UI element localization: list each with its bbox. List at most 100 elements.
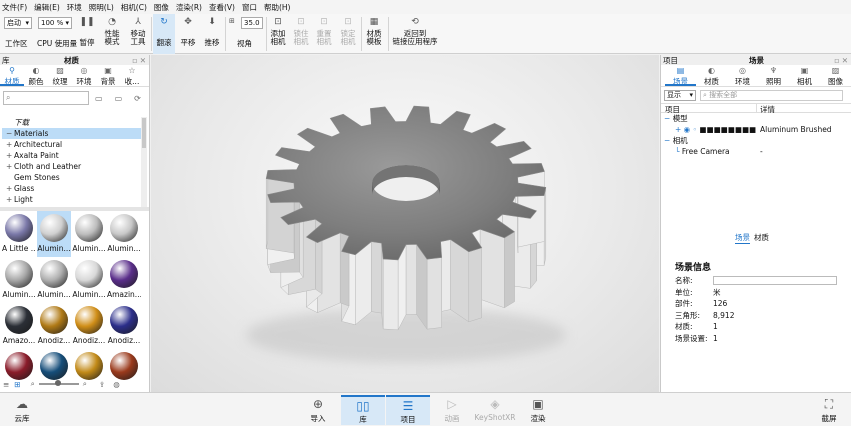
tree-scrollbar[interactable] [141,117,147,207]
library-tab[interactable]: ⚲ 材质 [0,65,24,86]
zoom-in-icon[interactable]: ⌕ [83,379,87,389]
project-tab[interactable]: ▤ 场景 [665,65,696,86]
refresh-icon[interactable]: ⟳ [134,94,141,103]
material-thumbnail[interactable]: Alumin... [37,257,71,303]
folder-add-icon[interactable]: ▭ [115,94,123,103]
project-tab[interactable]: ♆ 照明 [758,65,789,86]
scene-tree-row[interactable]: − 模型 [661,113,851,124]
scene-tree-row[interactable]: └ Free Camera - [661,146,851,157]
globe-icon[interactable]: ◍ [113,380,120,389]
library-button[interactable]: ▯▯ 库 [341,395,385,425]
project-button[interactable]: ☰ 项目 [386,395,430,425]
tree-item[interactable]: + Cloth and Leather [2,161,142,172]
panel-close-icon[interactable]: ▫ ✕ [834,56,848,65]
tree-item[interactable]: + Light [2,194,142,205]
tree-item[interactable]: + Axalta Paint [2,150,142,161]
menu-item[interactable]: 查看(V) [209,2,235,13]
material-thumbnail[interactable]: Alumin... [37,211,71,257]
upload-icon[interactable]: ⇪ [99,380,105,389]
render-button[interactable]: ▣ 渲染 [516,395,560,425]
sub-tab-material[interactable]: 材质 [754,232,769,244]
grid-view-icon[interactable]: ⊞ [14,380,20,389]
workspace-button[interactable]: 工作区 [5,38,28,49]
tab-label: 颜色 [28,77,44,86]
startup-value: 启动 [7,19,21,27]
cloud-library-button[interactable]: ☁ 云库 [0,395,44,425]
tree-item[interactable]: − Materials [2,128,142,139]
import-button[interactable]: ⊕ 导入 [296,395,340,425]
menu-item[interactable]: 帮助(H) [264,2,291,13]
grid-controls: ≡ ⊞ ⌕ ⌕ ⇪ ◍ [0,377,149,391]
panel-close-icon[interactable]: ▫ ✕ [132,56,146,65]
screenshot-button[interactable]: ⛶ 截屏 [807,395,851,425]
material-thumbnail[interactable]: Anodiz... [107,303,141,349]
menu-item[interactable]: 文件(F) [2,2,27,13]
keyshotxr-button[interactable]: ◈ KeyShotXR [472,395,518,425]
add-camera-button[interactable]: ⊡ 添加 相机 [268,14,288,54]
return-to-app-button[interactable]: ⟲ 返回到 链接应用程序 [391,14,439,54]
menu-item[interactable]: 编辑(E) [34,2,60,13]
project-tab[interactable]: ▣ 相机 [789,65,820,86]
material-thumbnail[interactable]: Alumin... [2,257,36,303]
menu-item[interactable]: 照明(L) [89,2,114,13]
project-tab[interactable]: ◎ 环境 [727,65,758,86]
material-thumbnail[interactable]: Alumin... [107,211,141,257]
tab-label: 收... [124,77,140,86]
material-template-button[interactable]: ▦ 材质 模板 [363,14,385,54]
info-value: 8,912 [713,310,735,320]
pan-button[interactable]: ✥ 平移 [177,14,199,54]
library-tab[interactable]: ▣ 背景 [96,65,120,86]
pan-label: 平移 [180,38,196,47]
material-thumbnail[interactable]: Amazin... [107,257,141,303]
move-tool-button[interactable]: ⅄ 移动 工具 [126,14,150,54]
library-search-input[interactable]: ⌕ [3,91,89,105]
material-thumbnail[interactable]: A Little ... [2,211,36,257]
material-thumbnail[interactable]: Anodiz... [72,303,106,349]
tumble-button[interactable]: ↻ 翻滚 [153,14,175,54]
list-view-icon[interactable]: ≡ [3,380,9,389]
library-tab[interactable]: ▨ 纹理 [48,65,72,86]
reset-camera-button[interactable]: ⊡ 重置 相机 [313,14,335,54]
zoom-dropdown[interactable]: 100 % ▾ [38,17,72,29]
render-viewport[interactable] [151,55,659,392]
scene-info-row: 场景设置: 1 [675,333,845,345]
menu-item[interactable]: 渲染(R) [176,2,202,13]
tree-item[interactable]: Gem Stones [2,172,142,183]
library-tab[interactable]: ☆ 收... [120,65,144,86]
camera-add-icon: ⊡ [274,17,282,27]
material-thumbnail[interactable]: Alumin... [72,211,106,257]
menu-item[interactable]: 相机(C) [121,2,147,13]
material-thumbnail[interactable]: Anodiz... [37,303,71,349]
project-tab[interactable]: ◐ 材质 [696,65,727,86]
scene-search-input[interactable]: ⌕ 搜索全部 [700,89,843,101]
scene-tree-row[interactable]: + ◉ ◦ ■■■■■■■■ Aluminum Brushed [661,124,851,135]
performance-mode-button[interactable]: ◔ 性能 模式 [100,14,124,54]
thumbnail-size-slider[interactable] [38,380,79,386]
zoom-out-icon[interactable]: ⌕ [31,379,35,389]
pause-button[interactable]: ❚❚ 暂停 [76,14,98,54]
cpu-usage-button[interactable]: CPU 使用量 [37,38,77,49]
startup-dropdown[interactable]: 启动 ▾ [4,17,32,29]
scene-tree-row[interactable]: − 相机 [661,135,851,146]
sub-tab-scene[interactable]: 场景 [735,232,750,244]
project-tab[interactable]: ▨ 图像 [820,65,851,86]
library-tab[interactable]: ◎ 环境 [72,65,96,86]
menu-item[interactable]: 环境 [67,2,82,13]
tree-item[interactable]: + Glass [2,183,142,194]
dolly-button[interactable]: ⬇ 推移 [201,14,223,54]
menu-item[interactable]: 窗口 [242,2,257,13]
material-thumbnail[interactable]: Amazo... [2,303,36,349]
tree-item[interactable]: + Architectural [2,139,142,150]
fov-input[interactable]: 35.0 [241,17,263,29]
material-thumbnail[interactable]: Alumin... [72,257,106,303]
library-tab[interactable]: ◐ 颜色 [24,65,48,86]
tree-item[interactable]: 下载 [2,117,142,128]
animation-button[interactable]: ▷ 动画 [430,395,474,425]
menu-item[interactable]: 图像 [154,2,169,13]
display-dropdown[interactable]: 显示 ▾ [664,89,696,101]
pin-camera-button[interactable]: ⊡ 锁定 相机 [337,14,359,54]
scene-name-field[interactable] [713,276,837,286]
lock-camera-button[interactable]: ⊡ 锁住 相机 [290,14,312,54]
tab-icon: ▣ [800,66,809,75]
folder-icon[interactable]: ▭ [95,94,103,103]
